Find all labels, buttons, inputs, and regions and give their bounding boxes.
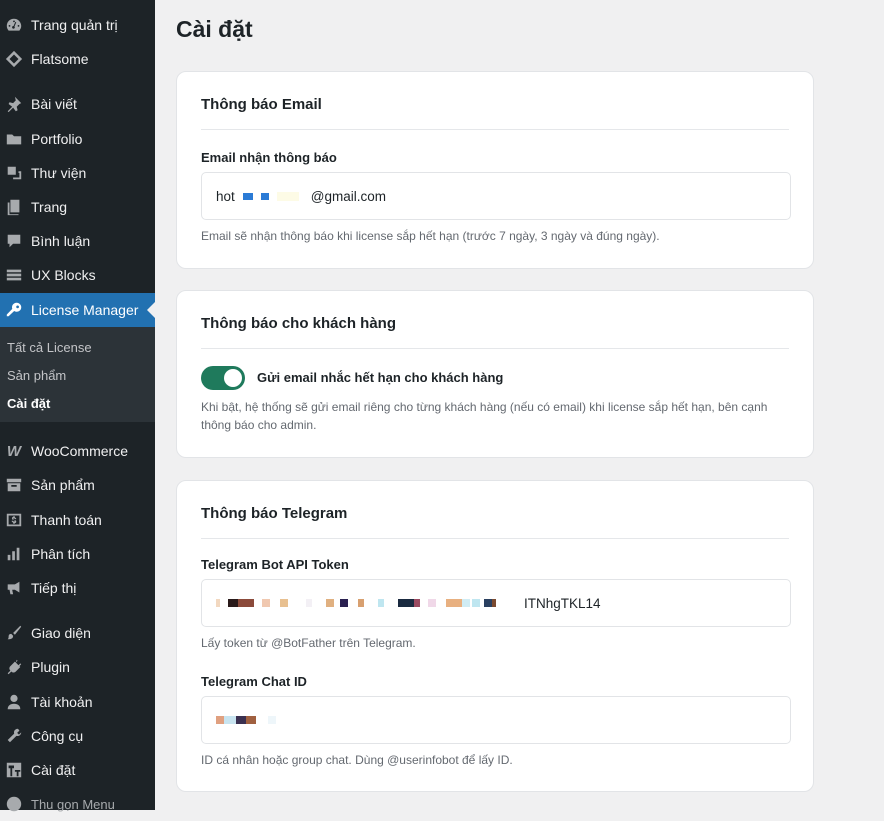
sidebar-item-plugins[interactable]: Plugin: [0, 650, 155, 684]
sidebar-item-ux-blocks[interactable]: UX Blocks: [0, 258, 155, 292]
toggle-label: Gửi email nhắc hết hạn cho khách hàng: [257, 370, 504, 385]
comment-icon: [4, 231, 24, 251]
toggle-knob: [224, 369, 242, 387]
sidebar-item-label: License Manager: [31, 302, 139, 318]
brush-icon: [4, 623, 24, 643]
help-text: Lấy token từ @BotFather trên Telegram.: [201, 636, 416, 650]
redacted-text: [216, 599, 524, 607]
field-label: Email nhận thông báo: [201, 150, 337, 165]
sidebar-item-payments[interactable]: Thanh toán: [0, 503, 155, 537]
sidebar-item-products[interactable]: Sản phẩm: [0, 468, 155, 502]
divider: [201, 538, 789, 539]
sidebar-item-label: Giao diện: [31, 625, 91, 641]
sidebar-item-label: Tài khoản: [31, 694, 93, 710]
reminder-toggle[interactable]: [201, 366, 245, 390]
user-icon: [4, 692, 24, 712]
sidebar-item-portfolio[interactable]: Portfolio: [0, 122, 155, 156]
sidebar-item-pages[interactable]: Trang: [0, 190, 155, 224]
flatsome-icon: [4, 49, 24, 69]
divider: [201, 348, 789, 349]
sidebar-item-label: Tiếp thị: [31, 580, 77, 596]
blocks-icon: [4, 265, 24, 285]
collapse-icon: [4, 794, 24, 814]
sidebar-item-label: Công cụ: [31, 728, 84, 744]
sidebar-item-label: Bài viết: [31, 96, 77, 112]
sidebar-item-label: Bình luận: [31, 233, 91, 249]
sidebar-item-dashboard[interactable]: Trang quản trị: [0, 8, 155, 42]
sidebar-item-label: WooCommerce: [31, 443, 128, 459]
telegram-notification-card: Thông báo Telegram Telegram Bot API Toke…: [176, 480, 814, 792]
field-label: Telegram Chat ID: [201, 674, 307, 689]
key-icon: [4, 300, 24, 320]
admin-sidebar: Trang quản trị Flatsome Bài viết Portfol…: [0, 0, 155, 812]
sidebar-item-label: Sản phẩm: [31, 477, 95, 493]
sidebar-item-label: Portfolio: [31, 131, 83, 147]
field-label: Telegram Bot API Token: [201, 557, 349, 572]
submenu-products[interactable]: Sản phẩm: [7, 368, 66, 383]
sidebar-item-label: Trang: [31, 199, 68, 215]
help-text: ID cá nhân hoặc group chat. Dùng @userin…: [201, 753, 513, 767]
sidebar-item-media[interactable]: Thư viện: [0, 156, 155, 190]
sidebar-item-appearance[interactable]: Giao diện: [0, 616, 155, 650]
sidebar-item-label: Thanh toán: [31, 512, 102, 528]
email-field[interactable]: hot @gmail.com: [201, 172, 791, 220]
help-text: Khi bật, hệ thống sẽ gửi email riêng cho…: [201, 400, 768, 432]
payment-icon: [4, 510, 24, 530]
email-notification-card: Thông báo Email Email nhận thông báo hot…: [176, 71, 814, 269]
card-title: Thông báo Email: [201, 96, 322, 113]
sidebar-item-tools[interactable]: Công cụ: [0, 719, 155, 753]
page-title: Cài đặt: [176, 16, 253, 42]
submenu-all-licenses[interactable]: Tất cả License: [7, 340, 92, 355]
page-icon: [4, 197, 24, 217]
sidebar-item-woocommerce[interactable]: W WooCommerce: [0, 434, 155, 468]
megaphone-icon: [4, 578, 24, 598]
sidebar-item-label: Phân tích: [31, 546, 91, 562]
divider: [201, 129, 789, 130]
card-title: Thông báo cho khách hàng: [201, 315, 396, 332]
customer-notification-card: Thông báo cho khách hàng Gửi email nhắc …: [176, 290, 814, 458]
settings-icon: [4, 760, 24, 780]
sidebar-item-label: Trang quản trị: [31, 17, 118, 33]
chart-bar-icon: [4, 544, 24, 564]
wrench-icon: [4, 726, 24, 746]
pin-icon: [4, 94, 24, 114]
sidebar-item-flatsome[interactable]: Flatsome: [0, 42, 155, 76]
redacted-text: [235, 191, 311, 201]
plugin-icon: [4, 657, 24, 677]
sidebar-item-label: Cài đặt: [31, 762, 76, 778]
sidebar-item-posts[interactable]: Bài viết: [0, 87, 155, 121]
archive-icon: [4, 475, 24, 495]
dashboard-icon: [4, 15, 24, 35]
collapse-menu-label: Thu gọn Menu: [31, 796, 115, 812]
redacted-text: [216, 716, 276, 724]
folder-icon: [4, 129, 24, 149]
sidebar-item-label: Thư viện: [31, 165, 87, 181]
email-suffix: @gmail.com: [310, 188, 387, 204]
sidebar-item-marketing[interactable]: Tiếp thị: [0, 571, 155, 605]
media-icon: [4, 163, 24, 183]
woocommerce-icon: W: [6, 442, 22, 460]
help-text: Email sẽ nhận thông báo khi license sắp …: [201, 229, 660, 243]
email-prefix: hot: [216, 188, 235, 204]
sidebar-item-label: UX Blocks: [31, 267, 96, 283]
sidebar-item-label: Flatsome: [31, 51, 89, 67]
collapse-menu-button[interactable]: Thu gọn Menu: [0, 787, 155, 821]
sidebar-item-analytics[interactable]: Phân tích: [0, 537, 155, 571]
token-visible: ITNhgTKL14: [524, 595, 601, 611]
chat-id-field[interactable]: [201, 696, 791, 744]
sidebar-item-comments[interactable]: Bình luận: [0, 224, 155, 258]
sidebar-item-label: Plugin: [31, 659, 70, 675]
submenu-settings[interactable]: Cài đặt: [7, 396, 50, 411]
bot-token-field[interactable]: ITNhgTKL14: [201, 579, 791, 627]
card-title: Thông báo Telegram: [201, 505, 348, 522]
sidebar-item-settings[interactable]: Cài đặt: [0, 753, 155, 787]
sidebar-item-license-manager[interactable]: License Manager: [0, 293, 155, 327]
sidebar-item-users[interactable]: Tài khoản: [0, 685, 155, 719]
